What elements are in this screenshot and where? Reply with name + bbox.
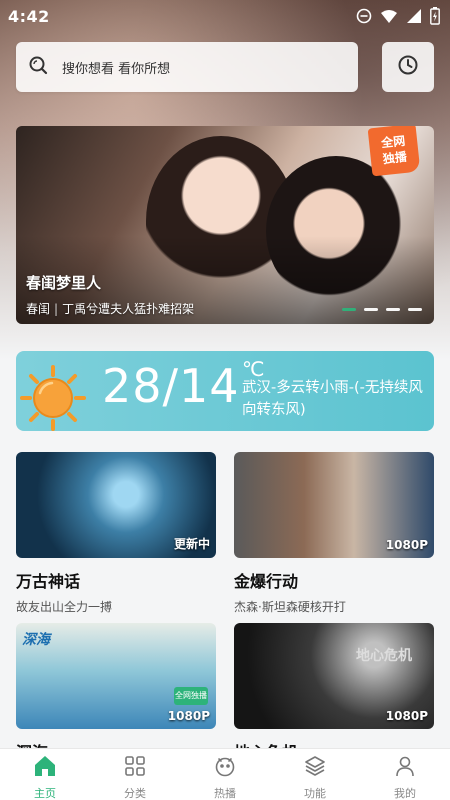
banner-subtitle-sep: | xyxy=(54,302,59,316)
wifi-icon xyxy=(380,8,398,24)
weather-card[interactable]: 28/14 ℃ 武汉-多云转小雨-(-无持续风向转东风) xyxy=(16,351,434,431)
status-time: 4:42 xyxy=(8,6,50,26)
exclusive-mini-badge: 全网独播 xyxy=(174,687,208,705)
video-title: 万古神话 xyxy=(16,572,81,591)
history-button[interactable] xyxy=(382,42,434,92)
video-description: 杰森·斯坦森硬核开打 xyxy=(234,600,346,614)
dnd-icon xyxy=(356,8,372,24)
face-icon xyxy=(214,755,236,781)
video-card[interactable]: 深海 全网独播 1080P 深海 xyxy=(16,623,216,763)
layers-icon xyxy=(304,755,326,781)
exclusive-badge: 全网 独播 xyxy=(367,126,421,177)
home-icon xyxy=(33,755,57,781)
video-card[interactable]: 更新中 万古神话 故友出山全力一搏 xyxy=(16,452,216,615)
sun-icon xyxy=(18,363,88,431)
search-icon xyxy=(28,55,48,79)
carousel-dot[interactable] xyxy=(342,308,356,311)
nav-label: 我的 xyxy=(394,787,416,800)
clock-icon xyxy=(397,54,419,80)
carousel-dot[interactable] xyxy=(364,308,378,311)
bottom-nav: 主页 分类 热播 功能 我的 xyxy=(0,748,450,800)
video-thumbnail[interactable]: 更新中 xyxy=(16,452,216,558)
nav-label: 分类 xyxy=(124,787,146,800)
nav-item-home[interactable]: 主页 xyxy=(0,749,90,800)
featured-banner[interactable]: 全网 独播 春闺梦里人 春闺 | 丁禹兮遭夫人猛扑难招架 xyxy=(16,126,434,324)
battery-icon xyxy=(430,7,440,25)
nav-label: 热播 xyxy=(214,787,236,800)
video-card[interactable]: 1080P 金爆行动 杰森·斯坦森硬核开打 xyxy=(234,452,434,615)
poster-logo-text: 深海 xyxy=(22,632,50,648)
carousel-dot[interactable] xyxy=(408,308,422,311)
signal-icon xyxy=(406,8,422,24)
weather-description: 武汉-多云转小雨-(-无持续风向转东风) xyxy=(242,380,423,418)
search-placeholder: 搜你想看 看你所想 xyxy=(62,61,171,77)
nav-item-category[interactable]: 分类 xyxy=(90,749,180,800)
nav-label: 功能 xyxy=(304,787,326,800)
nav-item-functions[interactable]: 功能 xyxy=(270,749,360,800)
video-grid: 更新中 万古神话 故友出山全力一搏 1080P 金爆行动 杰森·斯坦森硬核开打 … xyxy=(16,452,434,763)
video-thumbnail[interactable]: 地心危机 1080P xyxy=(234,623,434,729)
video-title: 金爆行动 xyxy=(234,572,299,591)
video-quality-tag: 1080P xyxy=(385,709,428,723)
video-status-tag: 更新中 xyxy=(173,537,210,551)
nav-item-trending[interactable]: 热播 xyxy=(180,749,270,800)
search-row: 搜你想看 看你所想 xyxy=(16,42,434,92)
banner-subtitle: 春闺 | 丁禹兮遭夫人猛扑难招架 xyxy=(26,300,194,317)
user-icon xyxy=(394,755,416,781)
grid-icon xyxy=(124,755,146,781)
video-thumbnail[interactable]: 深海 全网独播 1080P xyxy=(16,623,216,729)
banner-subtitle-tag: 春闺 xyxy=(26,302,51,316)
banner-title: 春闺梦里人 xyxy=(26,274,102,292)
video-quality-tag: 1080P xyxy=(385,538,428,552)
status-bar: 4:42 xyxy=(0,0,450,32)
carousel-dots xyxy=(342,308,422,311)
video-quality-tag: 1080P xyxy=(167,709,210,723)
banner-subtitle-text: 丁禹兮遭夫人猛扑难招架 xyxy=(62,302,195,316)
video-description: 故友出山全力一搏 xyxy=(16,600,113,614)
nav-item-profile[interactable]: 我的 xyxy=(360,749,450,800)
poster-title-text: 地心危机 xyxy=(356,648,412,664)
status-icons xyxy=(356,7,440,25)
temperature: 28/14 xyxy=(102,359,240,413)
search-input[interactable]: 搜你想看 看你所想 xyxy=(16,42,358,92)
carousel-dot[interactable] xyxy=(386,308,400,311)
nav-label: 主页 xyxy=(34,787,56,800)
video-card[interactable]: 地心危机 1080P 地心危机 xyxy=(234,623,434,763)
video-thumbnail[interactable]: 1080P xyxy=(234,452,434,558)
